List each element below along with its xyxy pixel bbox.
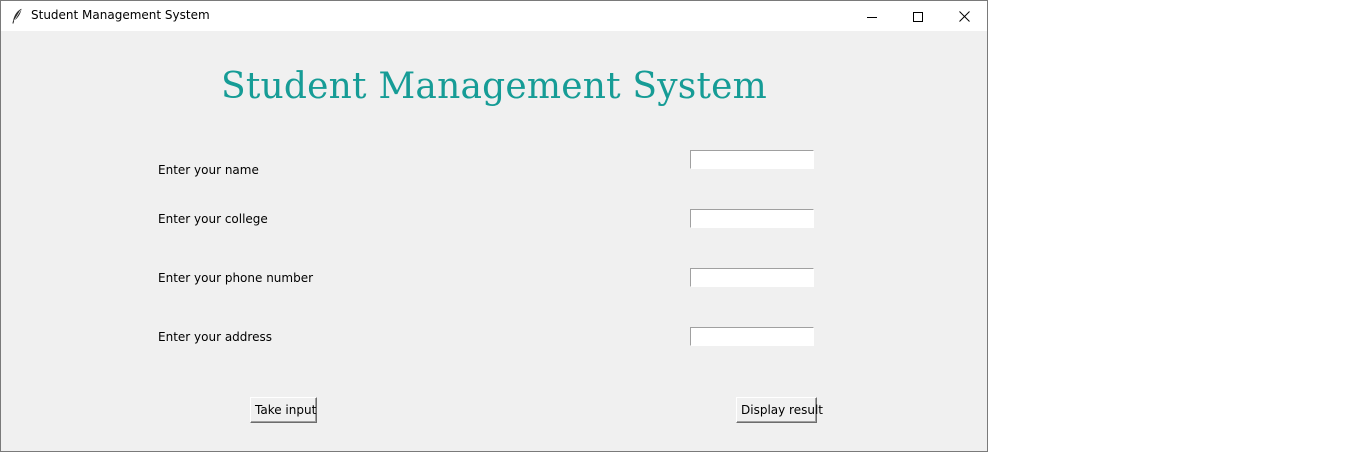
app-window: Student Management System Student Manage… [0, 0, 988, 452]
name-input[interactable] [690, 150, 814, 169]
display-result-button[interactable]: Display result [736, 397, 823, 423]
phone-number-input[interactable] [690, 268, 814, 287]
name-label: Enter your name [158, 163, 259, 177]
close-icon [958, 7, 970, 26]
phone-number-label: Enter your phone number [158, 271, 314, 285]
title-bar[interactable]: Student Management System [1, 1, 987, 31]
minimize-icon [867, 7, 877, 26]
address-label: Enter your address [158, 330, 272, 344]
minimize-button[interactable] [849, 1, 895, 31]
maximize-icon [913, 7, 923, 26]
window-title: Student Management System [31, 8, 210, 22]
address-input[interactable] [690, 327, 814, 346]
page-title: Student Management System [220, 66, 767, 107]
maximize-button[interactable] [895, 1, 941, 31]
close-button[interactable] [941, 1, 987, 31]
form-area: Student Management System Enter your nam… [1, 31, 987, 451]
college-label: Enter your college [158, 212, 268, 226]
college-input[interactable] [690, 209, 814, 228]
take-input-button[interactable]: Take input [250, 397, 317, 423]
feather-icon [10, 8, 24, 24]
